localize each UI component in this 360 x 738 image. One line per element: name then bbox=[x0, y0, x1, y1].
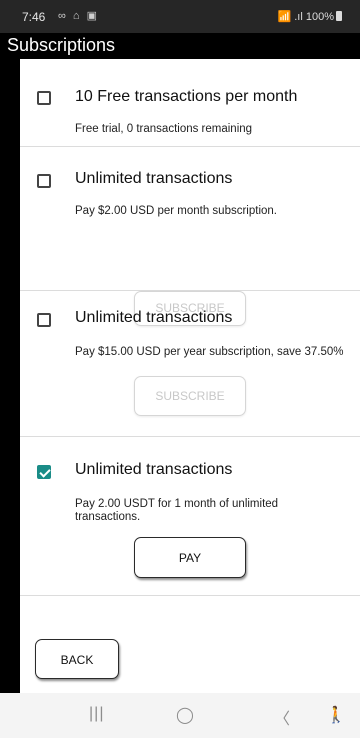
plan-title: Unlimited transactions bbox=[75, 170, 233, 187]
battery-text: 📶 .ıl 100% bbox=[277, 11, 335, 23]
plan-description: Pay $2.00 USD per month subscription. bbox=[75, 205, 277, 217]
recents-icon[interactable]: ||| bbox=[89, 705, 104, 723]
plan-card-free[interactable]: 10 Free transactions per month Free tria… bbox=[20, 59, 360, 147]
app-bar: Subscriptions bbox=[0, 33, 360, 59]
plan-title: Unlimited transactions bbox=[75, 461, 233, 478]
status-bar: 7:46 ∞ ⌂ ▣ 📶 .ıl 100% bbox=[0, 0, 360, 33]
battery-icon bbox=[336, 11, 342, 21]
pay-button[interactable]: PAY bbox=[134, 537, 246, 578]
plan-checkbox-checked[interactable] bbox=[37, 465, 51, 479]
system-nav-bar: ||| ◯ 〈 🚶 bbox=[0, 693, 360, 738]
subscribe-button[interactable]: SUBSCRIBE bbox=[134, 376, 246, 416]
page-title: Subscriptions bbox=[7, 35, 116, 55]
plan-card-monthly[interactable]: Unlimited transactions Pay $2.00 USD per… bbox=[20, 147, 360, 326]
plan-description: Pay $15.00 USD per year subscription, sa… bbox=[75, 346, 344, 358]
plan-card-yearly[interactable]: Unlimited transactions Pay $15.00 USD pe… bbox=[20, 291, 360, 437]
back-nav-icon[interactable]: 〈 bbox=[274, 705, 290, 729]
plan-checkbox[interactable] bbox=[37, 174, 51, 188]
plan-card-usdt[interactable]: Unlimited transactions Pay 2.00 USDT for… bbox=[20, 437, 360, 596]
plan-checkbox[interactable] bbox=[37, 313, 51, 327]
status-left-icons: ∞ ⌂ ▣ bbox=[58, 10, 99, 22]
home-icon[interactable]: ◯ bbox=[176, 705, 194, 725]
plan-description: Pay 2.00 USDT for 1 month of unlimited t… bbox=[75, 498, 279, 523]
status-right: 📶 .ıl 100% bbox=[277, 10, 342, 23]
plan-checkbox[interactable] bbox=[37, 91, 51, 105]
plan-description: Free trial, 0 transactions remaining bbox=[75, 123, 253, 135]
plan-title: 10 Free transactions per month bbox=[75, 88, 298, 105]
back-button[interactable]: BACK bbox=[35, 639, 119, 679]
plan-title: Unlimited transactions bbox=[75, 309, 233, 326]
accessibility-icon[interactable]: 🚶 bbox=[326, 705, 346, 725]
subscriptions-panel: 10 Free transactions per month Free tria… bbox=[20, 59, 360, 693]
status-time: 7:46 bbox=[22, 10, 46, 24]
left-edge bbox=[0, 59, 20, 693]
